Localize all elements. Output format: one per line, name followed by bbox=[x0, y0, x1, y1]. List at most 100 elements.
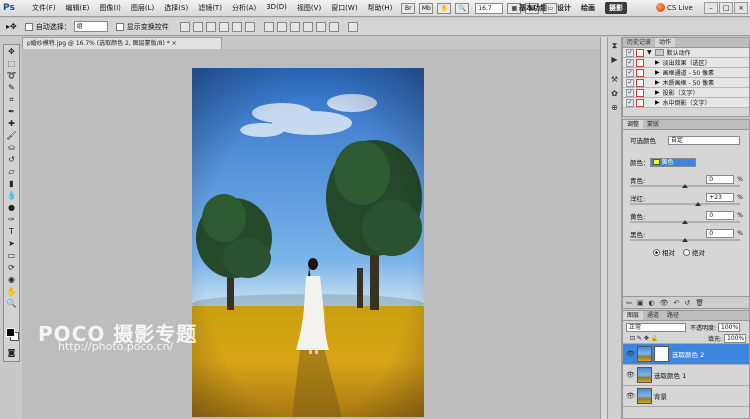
menu-item[interactable]: 窗口(W) bbox=[326, 3, 362, 13]
menu-item[interactable]: 滤镜(T) bbox=[193, 3, 227, 13]
dodge-tool-icon[interactable]: ● bbox=[5, 202, 18, 213]
previous-state-icon[interactable]: ↶ bbox=[674, 299, 680, 307]
slider-track[interactable] bbox=[630, 238, 740, 242]
opacity-field[interactable]: 100% bbox=[718, 322, 741, 332]
workspace-button[interactable]: 摄影 bbox=[605, 2, 627, 14]
tab-adjustments[interactable]: 调整 bbox=[623, 120, 644, 129]
document-image[interactable] bbox=[192, 68, 424, 417]
eraser-tool-icon[interactable]: ▱ bbox=[5, 166, 18, 177]
slider-value-field[interactable]: 0 bbox=[706, 229, 735, 238]
slider-thumb[interactable] bbox=[694, 202, 701, 206]
tab-actions[interactable]: 动作 bbox=[655, 38, 676, 47]
foreground-color-swatch[interactable] bbox=[6, 328, 15, 337]
color-dropdown[interactable]: 黄色 bbox=[649, 157, 696, 167]
distribute-vcenter-icon[interactable] bbox=[276, 21, 287, 32]
relative-radio[interactable] bbox=[653, 248, 660, 256]
document-tab[interactable]: p婚纱模特.jpg @ 16.7% (选取颜色 2, 图层蒙版/8) * × bbox=[22, 37, 222, 49]
slider-thumb[interactable] bbox=[682, 238, 688, 242]
workspace-button[interactable]: 设计 bbox=[557, 3, 571, 13]
action-dialog-toggle[interactable] bbox=[636, 98, 644, 107]
align-left-icon[interactable] bbox=[218, 21, 229, 32]
workspace-button[interactable]: 绘画 bbox=[581, 3, 595, 13]
zoom-mini-icon[interactable]: 🔍 bbox=[455, 2, 470, 14]
slider-track[interactable] bbox=[630, 220, 740, 224]
absolute-radio[interactable] bbox=[683, 248, 690, 256]
quick-mask-icon[interactable]: ◙ bbox=[5, 347, 18, 358]
actions-panel-icon[interactable]: ▶ bbox=[610, 55, 620, 65]
action-check-icon[interactable]: ✓ bbox=[626, 78, 634, 87]
shape-tool-icon[interactable]: ▭ bbox=[5, 250, 18, 261]
action-dialog-toggle[interactable] bbox=[636, 88, 644, 97]
menu-item[interactable]: 帮助(H) bbox=[363, 3, 398, 13]
align-top-icon[interactable] bbox=[179, 21, 190, 32]
tab-channels[interactable]: 通道 bbox=[643, 311, 663, 320]
distribute-right-icon[interactable] bbox=[328, 21, 339, 32]
gradient-tool-icon[interactable]: ▮ bbox=[5, 178, 18, 189]
maximize-button[interactable]: □ bbox=[719, 2, 733, 14]
action-row[interactable]: ✓ ▶ 投影（文字） bbox=[623, 88, 749, 98]
quick-select-tool-icon[interactable]: ✎ bbox=[5, 82, 18, 93]
menu-item[interactable]: 分析(A) bbox=[227, 3, 261, 13]
minimize-button[interactable]: – bbox=[704, 2, 718, 14]
slider-value-field[interactable]: +23 bbox=[706, 193, 735, 202]
tab-layers[interactable]: 图层 bbox=[623, 311, 644, 320]
stamp-tool-icon[interactable]: ⛀ bbox=[5, 142, 18, 153]
menu-item[interactable]: 文件(F) bbox=[27, 3, 61, 13]
auto-select-checkbox[interactable] bbox=[24, 22, 33, 31]
expand-triangle-icon[interactable]: ▶ bbox=[655, 99, 660, 106]
auto-select-dropdown[interactable]: 组 bbox=[73, 21, 108, 32]
expand-triangle-icon[interactable]: ▶ bbox=[655, 79, 660, 86]
tool-presets-icon[interactable]: ⚒ bbox=[610, 75, 620, 85]
layer-row[interactable]: 👁 选取颜色 1 bbox=[623, 365, 749, 386]
lock-icons[interactable]: ⊡ ✎ ✥ 🔒 bbox=[630, 335, 658, 342]
expand-triangle-icon[interactable]: ▶ bbox=[655, 69, 660, 76]
close-button[interactable]: × bbox=[734, 2, 748, 14]
lasso-tool-icon[interactable]: ➰ bbox=[5, 70, 18, 81]
delete-adjustment-icon[interactable]: 🗑 bbox=[695, 299, 704, 307]
slider-thumb[interactable] bbox=[682, 184, 688, 188]
hand-mini-icon[interactable]: ✋ bbox=[437, 2, 452, 14]
expand-triangle-icon[interactable]: ▶ bbox=[655, 89, 660, 96]
distribute-top-icon[interactable] bbox=[263, 21, 274, 32]
slider-value-field[interactable]: 0 bbox=[706, 175, 735, 184]
cs-live-button[interactable]: CS Live bbox=[656, 3, 693, 12]
slider-track[interactable] bbox=[630, 184, 740, 188]
slider-value-field[interactable]: 0 bbox=[706, 211, 735, 220]
minibridge-icon[interactable]: Mb bbox=[419, 2, 434, 14]
layer-visibility-icon[interactable]: 👁 bbox=[626, 392, 635, 400]
tab-masks[interactable]: 蒙版 bbox=[643, 120, 663, 129]
layer-visibility-icon[interactable]: 👁 bbox=[626, 371, 635, 379]
brush-tool-icon[interactable]: 🖌 bbox=[5, 130, 18, 141]
action-dialog-toggle[interactable] bbox=[636, 68, 644, 77]
menu-item[interactable]: 选择(S) bbox=[159, 3, 193, 13]
action-row[interactable]: ✓ ▶ 木质画框 - 50 像素 bbox=[623, 78, 749, 88]
action-dialog-toggle[interactable] bbox=[636, 48, 644, 57]
slider-thumb[interactable] bbox=[682, 220, 688, 224]
slider-track[interactable] bbox=[630, 202, 740, 206]
vertical-scrollbar[interactable] bbox=[600, 37, 607, 419]
action-row[interactable]: ✓ ▶ 水中倒影（文字） bbox=[623, 98, 749, 108]
tab-paths[interactable]: 路径 bbox=[663, 311, 683, 320]
action-dialog-toggle[interactable] bbox=[636, 78, 644, 87]
distribute-left-icon[interactable] bbox=[302, 21, 313, 32]
action-row[interactable]: ✓ ▶ 画框通道 - 50 像素 bbox=[623, 68, 749, 78]
layer-row[interactable]: 👁 背景 bbox=[623, 386, 749, 407]
3d-camera-tool-icon[interactable]: ◉ bbox=[5, 274, 18, 285]
reset-icon[interactable]: ↺ bbox=[684, 299, 690, 307]
eyedropper-tool-icon[interactable]: ✒ bbox=[5, 106, 18, 117]
healing-tool-icon[interactable]: ✚ bbox=[5, 118, 18, 129]
expand-triangle-icon[interactable]: ▶ bbox=[655, 59, 660, 66]
history-brush-tool-icon[interactable]: ↺ bbox=[5, 154, 18, 165]
menu-item[interactable]: 图像(I) bbox=[94, 3, 126, 13]
path-select-tool-icon[interactable]: ➤ bbox=[5, 238, 18, 249]
action-check-icon[interactable]: ✓ bbox=[626, 48, 634, 57]
move-tool-icon[interactable]: ▸✥ bbox=[6, 22, 17, 31]
action-check-icon[interactable]: ✓ bbox=[626, 68, 634, 77]
show-transform-checkbox[interactable] bbox=[115, 22, 124, 31]
action-check-icon[interactable]: ✓ bbox=[626, 58, 634, 67]
crop-tool-icon[interactable]: ⌗ bbox=[5, 94, 18, 105]
pen-tool-icon[interactable]: ✑ bbox=[5, 214, 18, 225]
move-tool-icon[interactable]: ✥ bbox=[5, 46, 18, 57]
align-bottom-icon[interactable] bbox=[205, 21, 216, 32]
menu-item[interactable]: 编辑(E) bbox=[61, 3, 95, 13]
